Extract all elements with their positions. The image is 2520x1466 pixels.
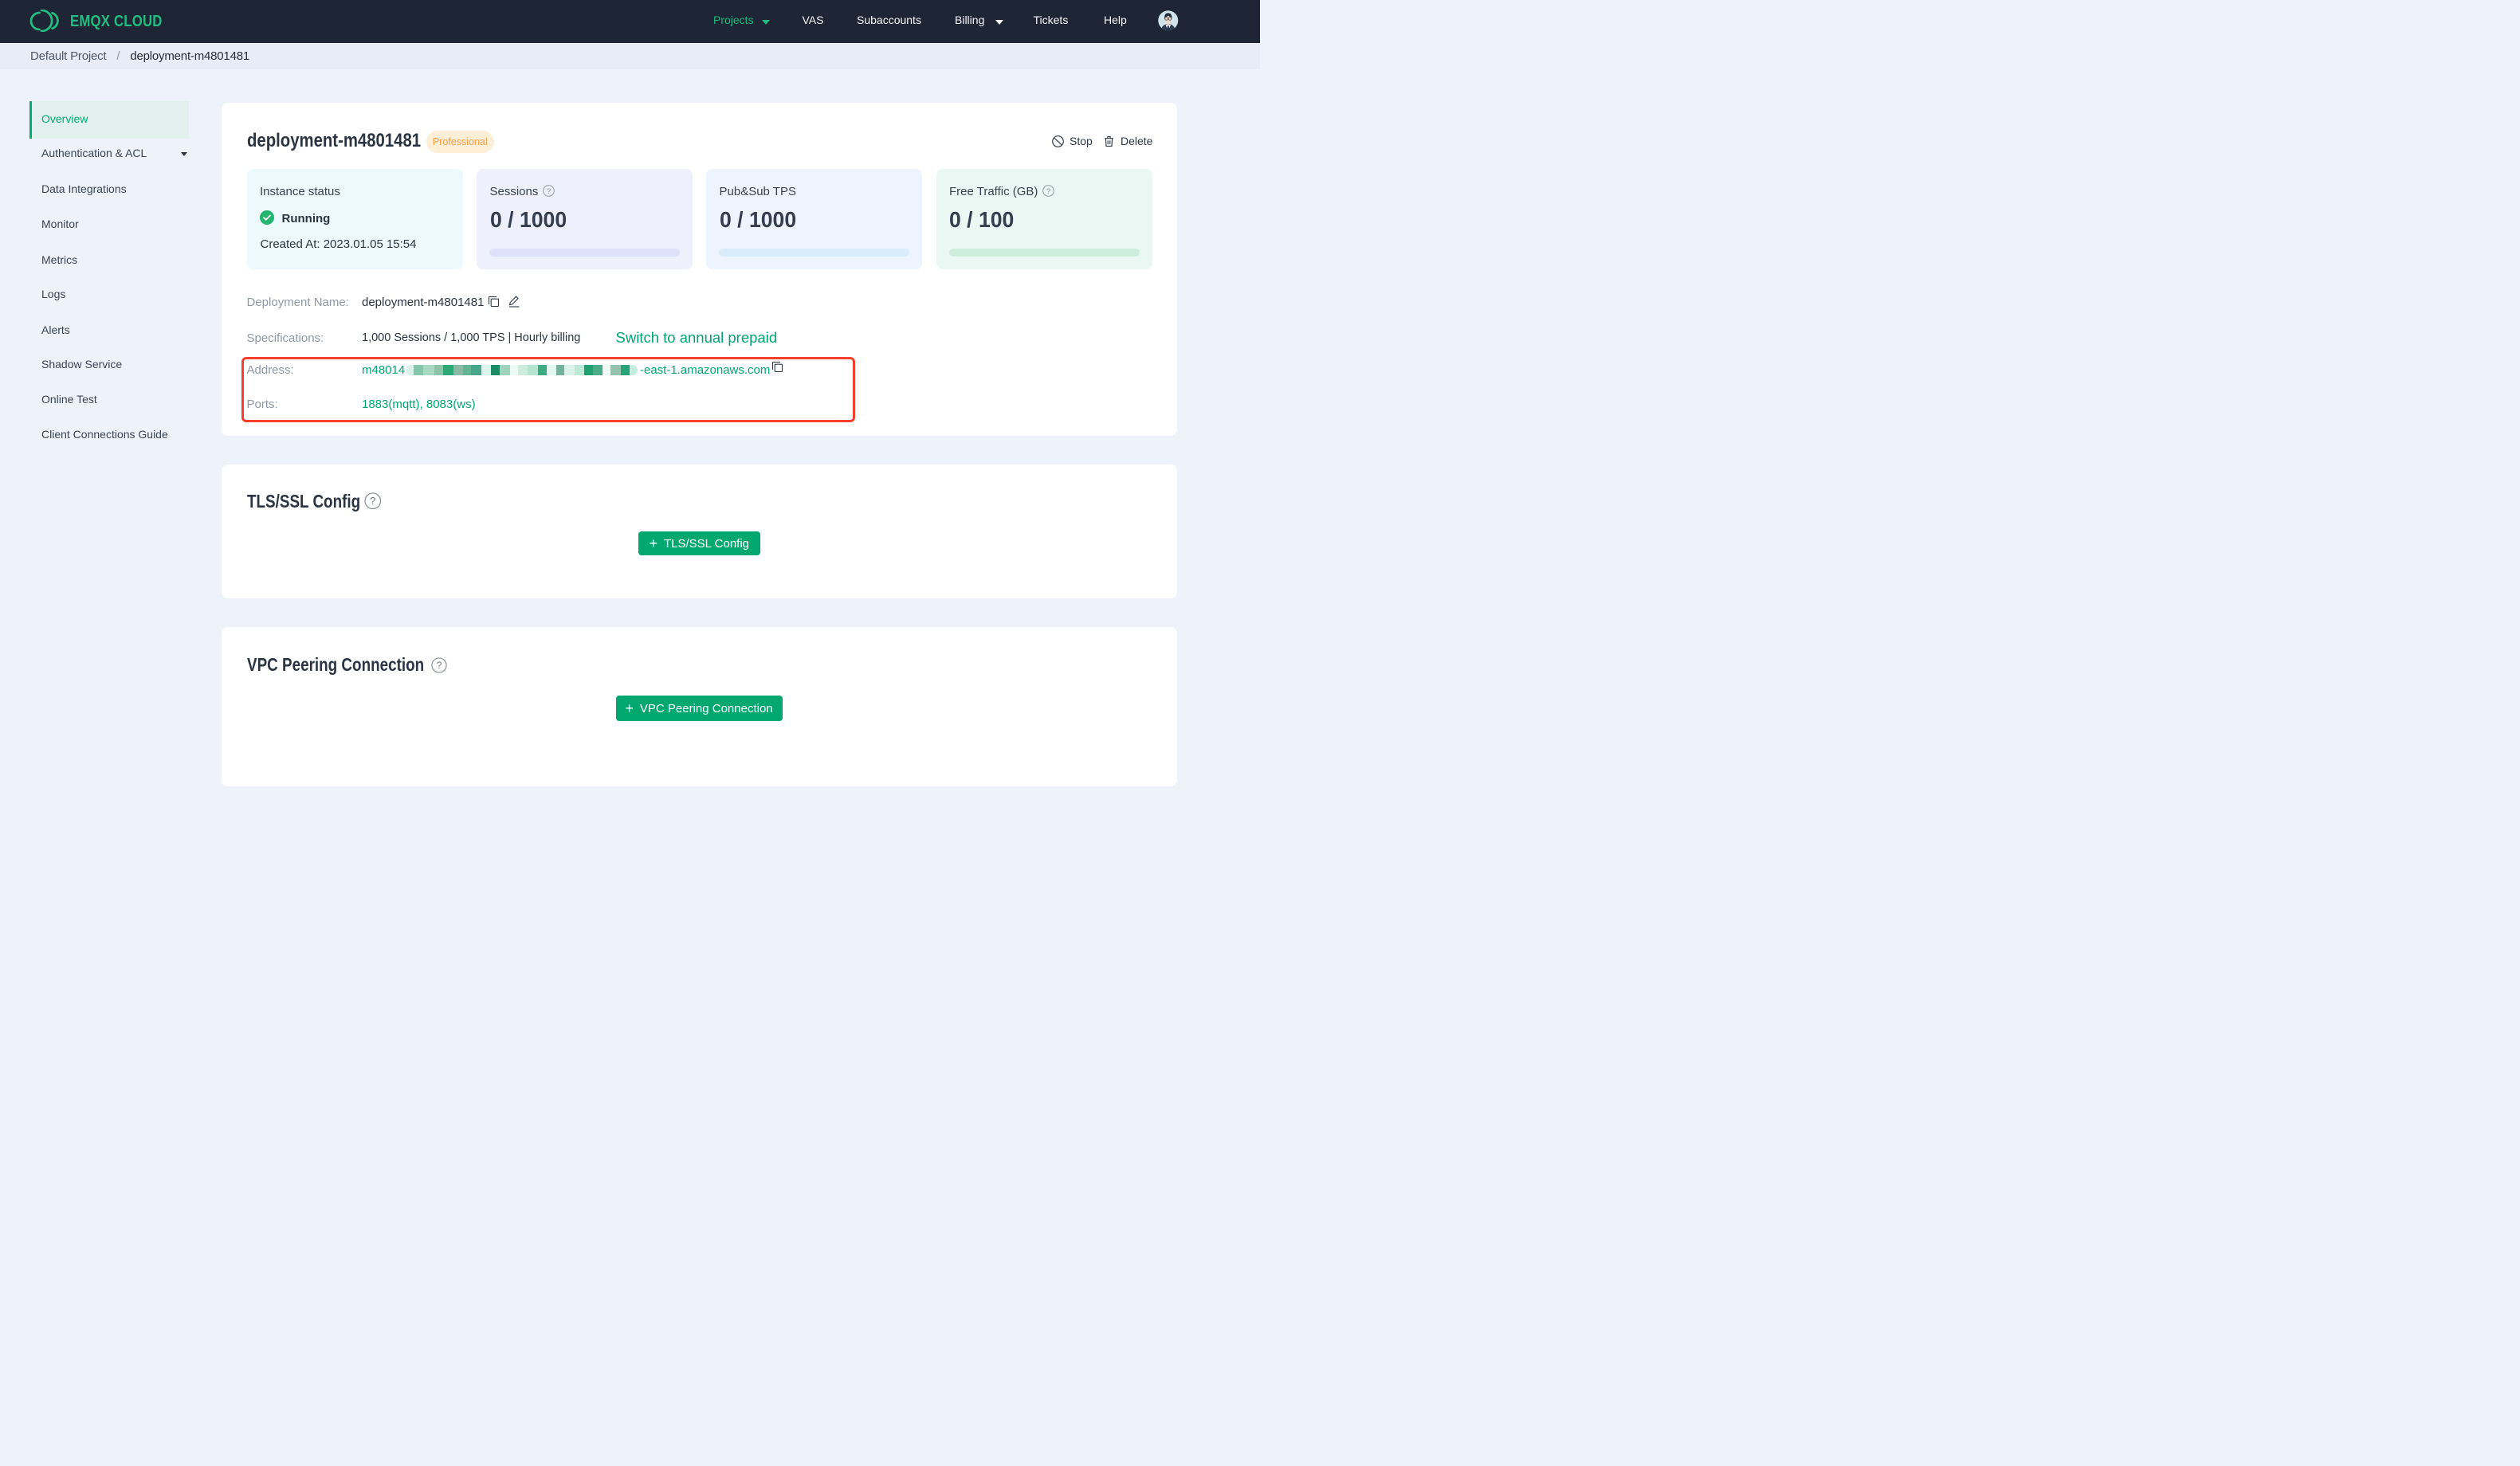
svg-text:?: ? [1046, 187, 1050, 196]
svg-text:?: ? [547, 187, 551, 196]
svg-text:?: ? [370, 496, 375, 507]
svg-text:?: ? [436, 660, 442, 671]
